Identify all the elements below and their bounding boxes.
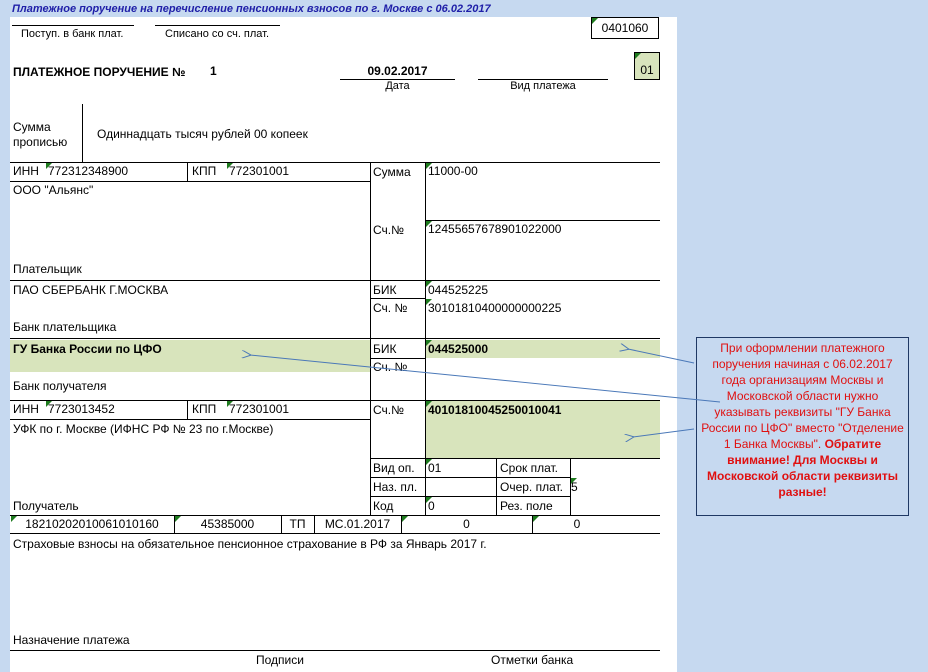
arrow-to-payee-bank: [250, 355, 721, 403]
annotation-arrows: [0, 0, 721, 672]
arrow-to-payee-account: [633, 428, 695, 437]
arrow-to-payee-bik: [628, 349, 695, 364]
